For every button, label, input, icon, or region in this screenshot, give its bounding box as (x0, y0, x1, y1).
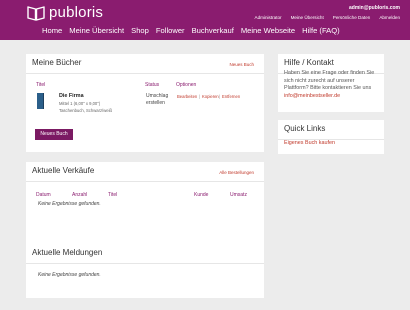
help-contact-card: Hilfe / Kontakt Haben Sie eine Frage ode… (278, 54, 384, 112)
logo[interactable]: publoris (27, 4, 103, 21)
help-email-link[interactable]: info@meinbestseller.de (284, 93, 340, 99)
col-head-customer: Kunde (194, 192, 209, 198)
options-separator: | (199, 94, 201, 99)
book-cover-icon (37, 93, 44, 109)
user-email: admin@publoris.com (349, 5, 400, 11)
buy-own-book-link[interactable]: Eigenes Buch kaufen (284, 140, 335, 146)
all-orders-link[interactable]: Alle Bestellungen (219, 170, 254, 175)
nav-home[interactable]: Home (42, 26, 62, 35)
recent-messages-title: Aktuelle Meldungen (32, 248, 103, 257)
quick-links-header: Quick Links (278, 120, 384, 140)
col-head-status: Status (145, 82, 160, 88)
edit-link[interactable]: Bearbeiten (177, 94, 197, 99)
nav-overview[interactable]: Meine Übersicht (69, 26, 124, 35)
col-head-date: Datum (36, 192, 51, 198)
user-link-administrator[interactable]: Administrator (255, 15, 282, 20)
help-contact-text: Haben Sie eine Frage oder finden Sie sic… (284, 70, 380, 100)
nav-shop[interactable]: Shop (131, 26, 149, 35)
book-title[interactable]: Die Firma (59, 93, 84, 99)
messages-empty-message: Keine Ergebnisse gefunden. (38, 272, 101, 278)
options-separator: | (219, 94, 221, 99)
user-link-personal-data[interactable]: Persönliche Daten (333, 15, 371, 20)
nav-book-sales[interactable]: Buchverkauf (192, 26, 234, 35)
user-link-overview[interactable]: Meine Übersicht (291, 15, 324, 20)
help-contact-title: Hilfe / Kontakt (284, 58, 334, 67)
main-nav: Home Meine Übersicht Shop Follower Buchv… (42, 26, 340, 35)
new-book-link[interactable]: Neues Buch (229, 62, 254, 67)
my-books-title: Meine Bücher (32, 58, 82, 67)
top-header: publoris admin@publoris.com Administrato… (0, 0, 410, 40)
my-books-card: Meine Bücher Neues Buch Titel Status Opt… (26, 54, 264, 152)
my-books-header: Meine Bücher Neues Buch (26, 54, 264, 74)
user-link-logout[interactable]: Abmelden (379, 15, 400, 20)
col-head-title: Titel (36, 82, 46, 88)
nav-follower[interactable]: Follower (156, 26, 185, 35)
new-book-button[interactable]: Neues Buch (35, 129, 73, 140)
quick-links-title: Quick Links (284, 124, 326, 133)
main-content: Meine Bücher Neues Buch Titel Status Opt… (0, 40, 410, 310)
col-head-options: Optionen (176, 82, 197, 88)
col-head-quantity: Anzahl (72, 192, 88, 198)
recent-messages-card: Aktuelle Meldungen Keine Ergebnisse gefu… (26, 244, 264, 298)
book-binding: Taschenbuch, Schwarz/weiß (59, 108, 113, 113)
recent-sales-title: Aktuelle Verkäufe (32, 166, 95, 175)
logo-text: publoris (49, 4, 104, 21)
sales-empty-message: Keine Ergebnisse gefunden. (38, 201, 101, 207)
user-links: Administrator Meine Übersicht Persönlich… (255, 15, 401, 20)
help-contact-body: Haben Sie eine Frage oder finden Sie sic… (284, 70, 375, 92)
nav-help[interactable]: Hilfe (FAQ) (302, 26, 340, 35)
book-status-line-2: erstellen (146, 100, 165, 106)
recent-sales-header: Aktuelle Verkäufe Alle Bestellungen (26, 162, 264, 182)
recent-messages-header: Aktuelle Meldungen (26, 244, 264, 264)
nav-website[interactable]: Meine Webseite (241, 26, 295, 35)
quick-links-card: Quick Links Eigenes Buch kaufen (278, 120, 384, 154)
col-head-revenue: Umsatz (230, 192, 247, 198)
delete-link[interactable]: Entfernen (222, 94, 240, 99)
book-status-line-1: Umschlag (146, 93, 169, 99)
col-head-sales-title: Titel (108, 192, 118, 198)
copy-link[interactable]: Kopieren (202, 94, 219, 99)
book-format: Mittel 1 (6,00" x 9,00") (59, 101, 101, 106)
open-book-icon (27, 5, 45, 21)
